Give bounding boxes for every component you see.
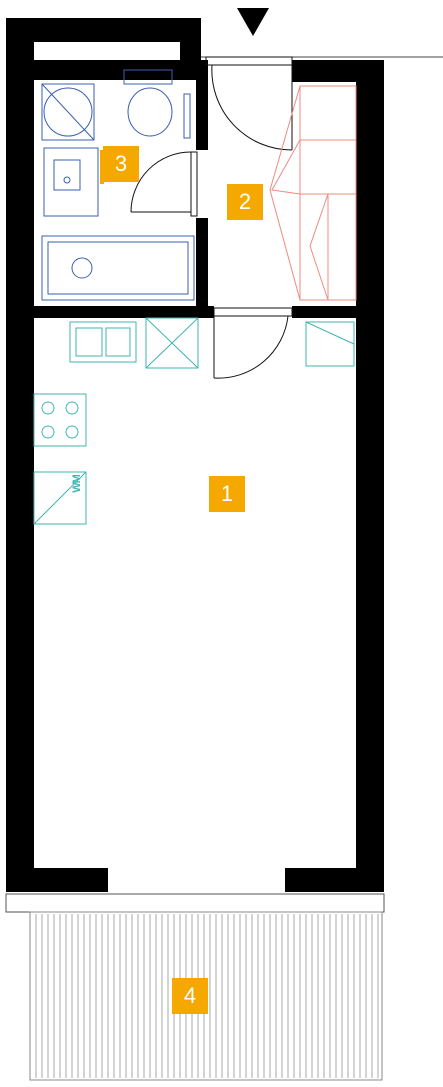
room-label-3: 3 (103, 146, 139, 182)
washbasin-drain-icon (63, 176, 71, 184)
burner-icon (41, 425, 55, 439)
floor-plan (5, 8, 443, 1081)
bathtub-drain-icon (71, 257, 93, 279)
washing-machine-label: WM (70, 475, 83, 493)
wall-bath-right-low (196, 218, 208, 314)
cooktop (33, 393, 87, 447)
room-label-1: 1 (209, 476, 245, 512)
toilet-bowl-icon (127, 87, 173, 137)
burner-icon (65, 401, 79, 415)
wall-bottom-right (285, 868, 384, 892)
wall-bath-top (34, 60, 204, 80)
wall-middle-right (292, 306, 362, 318)
towel-radiator (183, 93, 191, 139)
wall-left (6, 18, 34, 892)
burner-icon (65, 425, 79, 439)
hall-wardrobe (269, 85, 357, 301)
bathroom-door[interactable] (130, 151, 198, 217)
room-label-4: 4 (172, 978, 208, 1014)
kitchen (33, 317, 355, 525)
washbasin (43, 147, 99, 217)
walls (6, 18, 384, 892)
wall-bath-right (196, 60, 208, 150)
entrance-door[interactable] (205, 56, 293, 151)
balcony-ledge (5, 893, 385, 913)
bathtub (41, 235, 195, 301)
wall-top-left (6, 18, 201, 42)
entrance-arrow-icon (237, 8, 269, 36)
hall-door[interactable] (213, 307, 293, 379)
fridge (305, 321, 355, 367)
burner-icon (41, 401, 55, 415)
wall-right (356, 60, 384, 892)
wall-bottom-left (6, 868, 108, 892)
wall-middle-left (34, 306, 214, 318)
bathroom-fixtures (41, 69, 195, 301)
room-label-2: 2 (227, 184, 263, 220)
